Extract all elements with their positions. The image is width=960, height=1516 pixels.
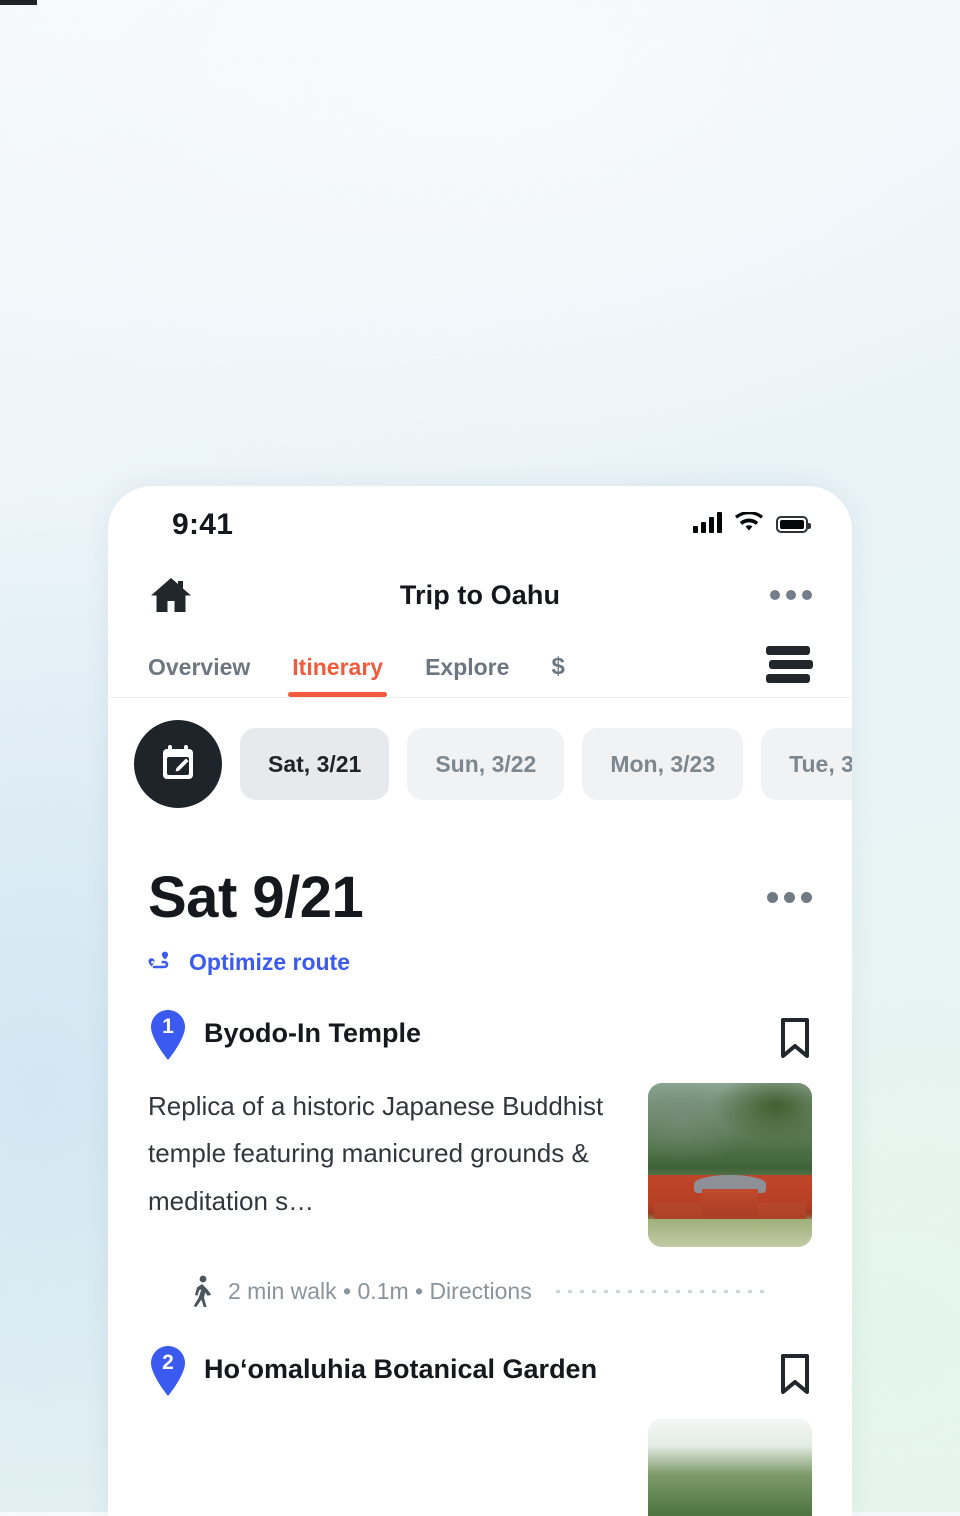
status-time: 9:41 bbox=[172, 508, 234, 541]
date-chip-mon[interactable]: Mon, 3/23 bbox=[582, 728, 744, 800]
activity-description: Replica of a historic Japanese Buddhist … bbox=[148, 1091, 604, 1216]
cellular-signal-icon bbox=[693, 512, 722, 533]
date-chip-tue[interactable]: Tue, 3/24 bbox=[761, 728, 852, 800]
wifi-icon bbox=[735, 511, 763, 533]
tab-bar: Overview Itinerary Explore $ bbox=[108, 632, 852, 698]
tab-itinerary[interactable]: Itinerary bbox=[288, 654, 387, 697]
hamburger-menu-icon[interactable] bbox=[766, 646, 813, 683]
status-icons bbox=[693, 511, 811, 533]
transit-text: 2 min walk • 0.1m • Directions bbox=[228, 1277, 532, 1304]
phone-screen: 9:41 Trip to Oahu Overview Itinerary Exp… bbox=[108, 486, 852, 1516]
date-chip-sat[interactable]: Sat, 3/21 bbox=[240, 728, 390, 800]
page-title: Trip to Oahu bbox=[399, 579, 561, 610]
walking-icon bbox=[188, 1275, 214, 1307]
transit-dotted-line bbox=[555, 1289, 772, 1293]
day-header: Sat 9/21 bbox=[108, 830, 852, 931]
battery-icon bbox=[776, 516, 811, 533]
bookmark-icon[interactable] bbox=[778, 1353, 812, 1395]
activity-card-2[interactable]: 2 Ho‘omaluhia Botanical Garden bbox=[108, 1307, 852, 1516]
activity-header: 2 Ho‘omaluhia Botanical Garden bbox=[148, 1346, 812, 1397]
calendar-edit-icon[interactable] bbox=[134, 720, 222, 808]
more-options-icon[interactable] bbox=[770, 590, 812, 600]
activity-title[interactable]: Ho‘omaluhia Botanical Garden bbox=[204, 1349, 597, 1387]
date-chip-sun[interactable]: Sun, 3/22 bbox=[407, 728, 565, 800]
tab-overview[interactable]: Overview bbox=[148, 654, 250, 697]
activity-thumbnail[interactable] bbox=[648, 1419, 812, 1516]
home-icon[interactable] bbox=[148, 572, 194, 618]
day-title: Sat 9/21 bbox=[148, 865, 364, 930]
nav-bar: Trip to Oahu bbox=[108, 558, 852, 632]
temple-grounds bbox=[648, 1219, 812, 1247]
capture-artifact-bar bbox=[0, 0, 37, 5]
activity-card-1[interactable]: 1 Byodo-In Temple Replica of a historic … bbox=[108, 977, 852, 1307]
tab-explore[interactable]: Explore bbox=[425, 654, 509, 697]
activity-thumbnail[interactable] bbox=[648, 1083, 812, 1247]
activity-title[interactable]: Byodo-In Temple bbox=[204, 1013, 421, 1051]
activity-body: Replica of a historic Japanese Buddhist … bbox=[148, 1083, 812, 1247]
optimize-route-label: Optimize route bbox=[189, 948, 351, 975]
bookmark-icon[interactable] bbox=[778, 1017, 812, 1059]
temple-building bbox=[702, 1189, 758, 1217]
date-strip[interactable]: Sat, 3/21 Sun, 3/22 Mon, 3/23 Tue, 3/24 bbox=[108, 698, 852, 830]
map-pin-icon: 1 bbox=[148, 1009, 188, 1061]
activity-header: 1 Byodo-In Temple bbox=[148, 1010, 812, 1061]
map-pin-icon: 2 bbox=[148, 1345, 188, 1397]
activity-number: 1 bbox=[162, 1015, 174, 1038]
tab-budget[interactable]: $ bbox=[551, 653, 564, 697]
route-icon bbox=[148, 947, 178, 977]
transit-row[interactable]: 2 min walk • 0.1m • Directions bbox=[148, 1247, 812, 1307]
day-more-options-icon[interactable] bbox=[767, 892, 812, 903]
activity-number: 2 bbox=[162, 1351, 174, 1374]
optimize-route-button[interactable]: Optimize route bbox=[108, 931, 852, 977]
activity-body bbox=[148, 1419, 812, 1516]
status-bar: 9:41 bbox=[108, 486, 852, 558]
